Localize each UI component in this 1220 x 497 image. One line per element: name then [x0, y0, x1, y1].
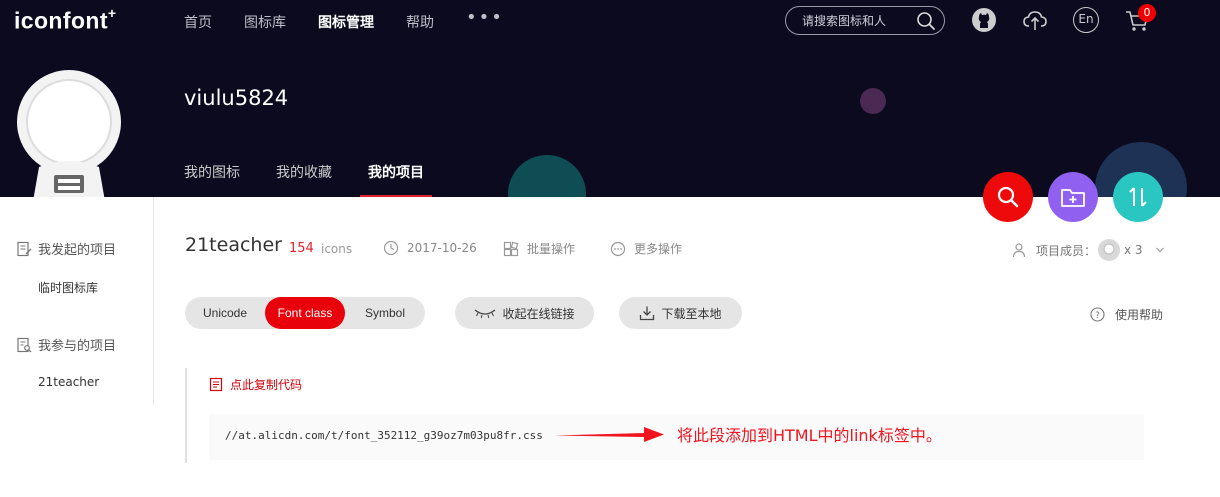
download-label: 下载至本地 — [661, 306, 722, 321]
nav-more-icon[interactable]: ••• — [466, 7, 504, 32]
decorative-bubble — [860, 88, 886, 114]
copy-code-button[interactable]: 点此复制代码 — [209, 376, 302, 393]
profile-tabs: 我的图标 我的收藏 我的项目 — [184, 162, 460, 197]
sidebar-joined-projects[interactable]: 我参与的项目 — [16, 335, 116, 354]
icon-count-unit: icons — [321, 242, 353, 256]
astronaut-avatar[interactable] — [14, 67, 124, 197]
clock-icon — [383, 240, 399, 256]
nav-icon-library[interactable]: 图标库 — [244, 12, 286, 32]
profile-username: viulu5824 — [184, 86, 289, 110]
sidebar-started-projects[interactable]: 我发起的项目 — [16, 239, 116, 258]
project-date: 2017-10-26 — [383, 240, 477, 256]
github-icon[interactable] — [971, 7, 997, 33]
nav-home[interactable]: 首页 — [184, 12, 212, 32]
sidebar-started-label: 我发起的项目 — [38, 243, 117, 258]
members-label: 项目成员： — [1036, 243, 1097, 258]
document-edit-icon — [17, 241, 32, 256]
collapse-link-label: 收起在线链接 — [502, 306, 575, 321]
folder-add-icon — [1061, 189, 1085, 207]
download-icon — [640, 306, 655, 321]
annotation-text: 将此段添加到HTML中的link标签中。 — [677, 426, 942, 445]
search-icon — [997, 186, 1019, 208]
sidebar-joined-label: 我参与的项目 — [38, 339, 117, 354]
fab-sort-button[interactable] — [1113, 172, 1163, 222]
document-search-icon — [17, 337, 32, 352]
more-operations-button[interactable]: 更多操作 — [610, 240, 682, 257]
tab-my-favorites[interactable]: 我的收藏 — [276, 162, 332, 197]
chevron-down-icon — [1155, 247, 1164, 253]
batch-operation-label: 批量操作 — [527, 242, 576, 256]
mode-symbol[interactable]: Symbol — [345, 297, 425, 329]
upload-cloud-icon[interactable] — [1022, 7, 1048, 33]
eye-closed-icon — [475, 309, 496, 319]
code-panel: 点此复制代码 //at.alicdn.com/t/font_352112_g39… — [185, 368, 1160, 463]
fab-search-button[interactable] — [983, 172, 1033, 222]
nav-help[interactable]: 帮助 — [406, 12, 434, 32]
svg-text:?: ? — [1095, 311, 1100, 321]
search-box — [785, 6, 945, 35]
collapse-online-link-button[interactable]: 收起在线链接 — [455, 297, 594, 329]
usage-help-link[interactable]: ? 使用帮助 — [1090, 306, 1163, 323]
search-icon[interactable] — [916, 11, 936, 31]
download-local-button[interactable]: 下载至本地 — [619, 297, 742, 329]
profile-header: iconfont+ 首页 图标库 图标管理 帮助 ••• En 0 viulu5… — [0, 0, 1220, 197]
icon-count: 154 — [289, 241, 314, 256]
project-members[interactable]: 项目成员： x 3 — [1012, 239, 1165, 261]
tab-my-projects[interactable]: 我的项目 — [360, 162, 432, 197]
nav-icon-management[interactable]: 图标管理 — [318, 12, 374, 32]
main-nav: 首页 图标库 图标管理 帮助 ••• — [184, 7, 504, 32]
language-icon[interactable]: En — [1073, 7, 1099, 33]
cart-count-badge: 0 — [1138, 4, 1156, 22]
project-sidebar: 我发起的项目 临时图标库 我参与的项目 21teacher — [0, 197, 154, 405]
project-date-text: 2017-10-26 — [407, 241, 477, 255]
tab-my-icons[interactable]: 我的图标 — [184, 162, 240, 197]
font-mode-switch: Unicode Font class Symbol — [185, 297, 425, 329]
more-operations-label: 更多操作 — [634, 242, 683, 256]
sidebar-item-21teacher[interactable]: 21teacher — [38, 375, 99, 389]
members-count: x 3 — [1124, 243, 1143, 257]
fab-add-folder-button[interactable] — [1048, 172, 1098, 222]
user-icon — [1012, 243, 1026, 258]
help-icon: ? — [1090, 307, 1105, 322]
astronaut-icon — [1103, 243, 1115, 255]
search-input[interactable] — [802, 13, 912, 28]
annotation-arrow-icon — [554, 427, 664, 442]
copy-icon — [209, 377, 223, 392]
copy-code-label: 点此复制代码 — [230, 378, 303, 392]
batch-operation-button[interactable]: 批量操作 — [503, 240, 575, 257]
grid-icon — [503, 241, 519, 256]
sort-icon — [1129, 187, 1147, 207]
decorative-bubble — [508, 155, 586, 197]
iconfont-logo[interactable]: iconfont+ — [14, 5, 116, 35]
mode-font-class[interactable]: Font class — [265, 297, 345, 329]
mode-unicode[interactable]: Unicode — [185, 297, 265, 329]
project-title: 21teacher — [185, 234, 282, 256]
sidebar-item-temp-library[interactable]: 临时图标库 — [38, 279, 98, 296]
usage-help-label: 使用帮助 — [1115, 308, 1164, 322]
member-avatar[interactable] — [1098, 239, 1121, 261]
more-icon — [610, 241, 626, 256]
